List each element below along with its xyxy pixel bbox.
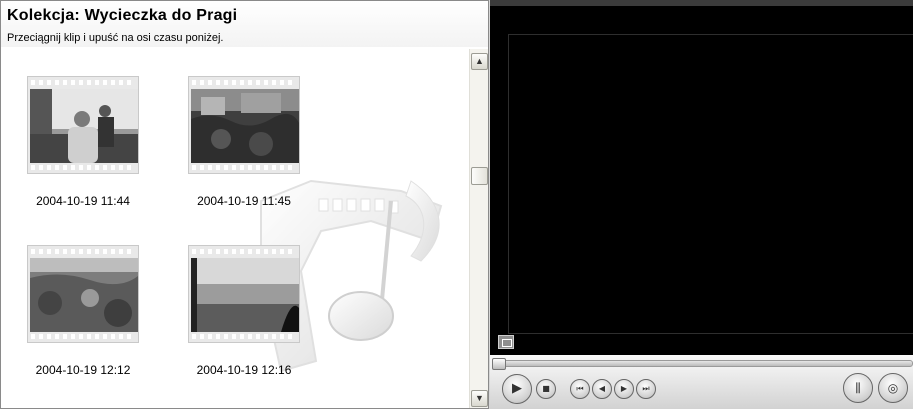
next-frame-icon: ⏭: [642, 384, 650, 393]
split-clip-icon: ⫼: [855, 381, 861, 395]
previous-frame-icon: ⏮: [576, 384, 584, 393]
clip-thumbnail[interactable]: [27, 76, 139, 174]
rewind-button[interactable]: ◀: [592, 379, 612, 399]
collection-title: Kolekcja: Wycieczka do Pragi: [7, 7, 238, 24]
fast-forward-icon: ▶: [620, 384, 628, 393]
play-icon: ▶: [512, 381, 522, 396]
chevron-down-icon: ▼: [475, 393, 484, 403]
clip-photo: [191, 258, 299, 332]
seek-bar[interactable]: [498, 360, 913, 367]
filmstrip-frame: [188, 76, 300, 174]
clip-thumbnail[interactable]: [188, 76, 300, 174]
clip-label: 2004-10-19 12:16: [196, 363, 292, 377]
next-frame-button[interactable]: ⏭: [636, 379, 656, 399]
clip-label: 2004-10-19 11:45: [197, 194, 291, 208]
clip-photo: [191, 89, 299, 163]
scroll-down-button[interactable]: ▼: [471, 390, 488, 407]
playback-controls: ▶ ■ ⏮ ◀ ▶ ⏭ ⫼ ◎: [490, 355, 913, 409]
clip-thumbnail[interactable]: [188, 245, 300, 343]
clip-thumbnail[interactable]: [27, 245, 139, 343]
control-row: ▶ ■ ⏮ ◀ ▶ ⏭ ⫼ ◎: [490, 372, 913, 408]
safe-area-frame: [508, 34, 913, 334]
vertical-scrollbar[interactable]: ▲ ▼: [469, 49, 488, 408]
scroll-up-button[interactable]: ▲: [471, 53, 488, 70]
split-clip-button[interactable]: ⫼: [843, 373, 873, 403]
clip-label: 2004-10-19 12:12: [35, 363, 131, 377]
clip-photo: [30, 258, 138, 332]
collection-header: Kolekcja: Wycieczka do Pragi Przeciągnij…: [1, 1, 488, 47]
filmstrip-frame: [27, 245, 139, 343]
fast-forward-button[interactable]: ▶: [614, 379, 634, 399]
filmstrip-frame: [27, 76, 139, 174]
collection-subtitle: Przeciągnij klip i upuść na osi czasu po…: [7, 32, 224, 44]
stop-icon: ■: [542, 384, 550, 393]
take-picture-button[interactable]: ◎: [878, 373, 908, 403]
chevron-up-icon: ▲: [475, 56, 484, 66]
play-button[interactable]: ▶: [502, 374, 532, 404]
clip-photo: [30, 89, 138, 163]
stop-button[interactable]: ■: [536, 379, 556, 399]
filmstrip-frame: [188, 245, 300, 343]
camera-icon: ◎: [887, 381, 899, 395]
video-screen: [490, 0, 913, 355]
seek-handle[interactable]: [492, 358, 506, 370]
previous-frame-button[interactable]: ⏮: [570, 379, 590, 399]
clip-label: 2004-10-19 11:44: [36, 194, 130, 208]
preview-monitor: ▶ ■ ⏮ ◀ ▶ ⏭ ⫼ ◎: [489, 0, 913, 409]
fullscreen-button[interactable]: [498, 335, 514, 349]
scroll-thumb[interactable]: [471, 167, 488, 185]
collection-pane: Kolekcja: Wycieczka do Pragi Przeciągnij…: [0, 0, 489, 409]
rewind-icon: ◀: [598, 384, 606, 393]
